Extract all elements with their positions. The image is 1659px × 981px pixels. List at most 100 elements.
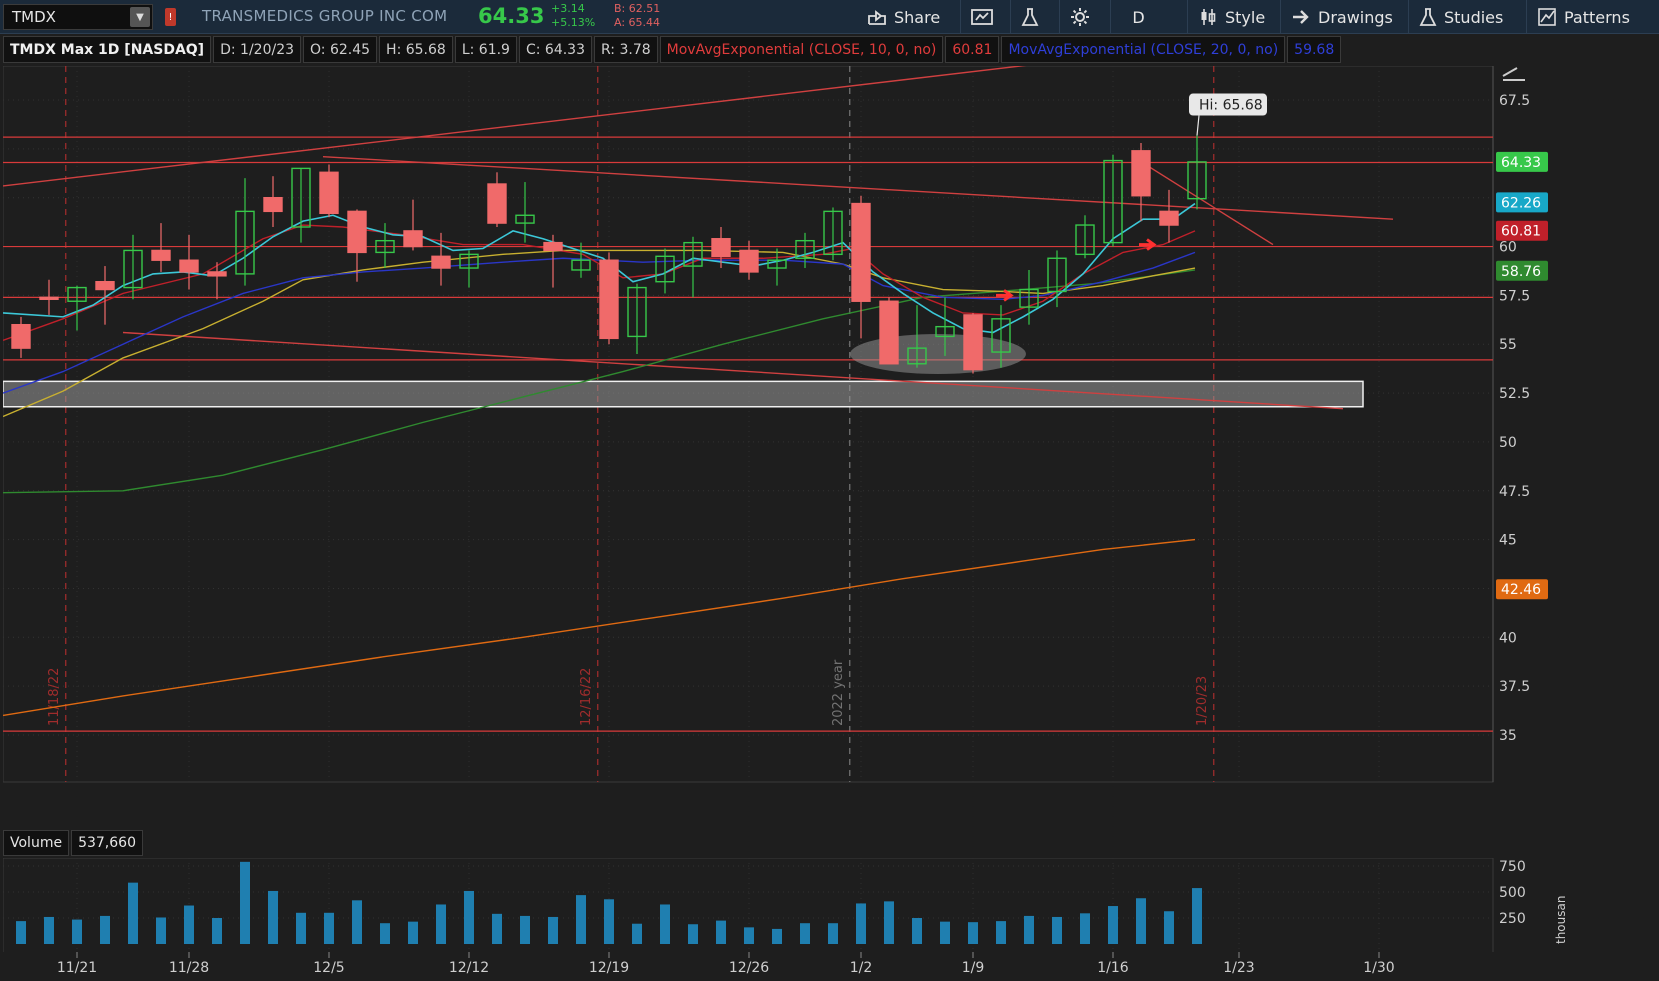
vertical-marker-label: 1/20/23 bbox=[1195, 676, 1210, 726]
volume-bar bbox=[968, 922, 978, 944]
aggregation-period-button[interactable]: D bbox=[1110, 0, 1166, 34]
candle-body bbox=[179, 259, 199, 273]
candle-body bbox=[739, 249, 759, 273]
y-tick-label: 67.5 bbox=[1499, 93, 1530, 109]
vertical-marker-label: 2022 year bbox=[831, 659, 846, 726]
candle-body bbox=[1159, 210, 1179, 226]
candle-body bbox=[263, 196, 283, 213]
volume-bar bbox=[324, 912, 334, 944]
volume-bar bbox=[576, 895, 586, 944]
thinkorswim-chart-window: TMDX ▼ ! TRANSMEDICS GROUP INC COM 64.33… bbox=[0, 0, 1659, 981]
volume-bar bbox=[940, 921, 950, 944]
net-change: +3.14 bbox=[551, 2, 585, 15]
candle-body bbox=[879, 300, 899, 365]
y-tick-label: 37.5 bbox=[1499, 679, 1530, 695]
last-price: 64.33 bbox=[478, 4, 545, 28]
candle-body bbox=[319, 171, 339, 215]
volume-bar bbox=[828, 923, 838, 944]
bid-ask: B: 62.51 A: 65.44 bbox=[614, 2, 660, 30]
share-label: Share bbox=[894, 7, 941, 27]
company-name: TRANSMEDICS GROUP INC COM bbox=[202, 7, 448, 25]
volume-label: Volume bbox=[3, 830, 70, 856]
volume-bar bbox=[632, 923, 642, 944]
volume-background bbox=[3, 858, 1572, 954]
volume-bar bbox=[296, 912, 306, 944]
date-tick-label: 1/30 bbox=[1363, 960, 1394, 976]
volume-bar bbox=[408, 921, 418, 944]
date-tick-label: 12/26 bbox=[729, 960, 769, 976]
drawings-label: Drawings bbox=[1318, 7, 1393, 27]
bar-close: C: 64.33 bbox=[518, 36, 592, 63]
date-axis: 11/21 11/28 12/5 12/12 12/19 12/26 1/2 1/9 1/16 1… bbox=[3, 952, 1572, 981]
ema20-label[interactable]: MovAvgExponential (CLOSE, 20, 0, no) bbox=[1001, 36, 1286, 63]
share-icon bbox=[868, 10, 886, 25]
volume-bar bbox=[464, 890, 474, 944]
symbol-text: TMDX bbox=[12, 8, 56, 26]
price-badge-text: 60.81 bbox=[1501, 224, 1541, 240]
style-menu-button[interactable]: Style bbox=[1187, 0, 1275, 34]
volume-tick-label: 500 bbox=[1499, 885, 1526, 901]
date-tick-label: 12/19 bbox=[589, 960, 629, 976]
candle-body bbox=[95, 281, 115, 291]
date-tick-label: 11/21 bbox=[57, 960, 97, 976]
ema10-value: 60.81 bbox=[945, 36, 1000, 63]
flexible-grid-button[interactable] bbox=[960, 0, 1003, 34]
candle-body bbox=[711, 238, 731, 258]
flask-icon bbox=[1419, 8, 1437, 26]
drawings-menu-button[interactable]: Drawings bbox=[1280, 0, 1403, 34]
bar-date: D: 1/20/23 bbox=[213, 36, 302, 63]
chevron-down-icon[interactable]: ▼ bbox=[130, 7, 150, 27]
y-tick-label: 45 bbox=[1499, 533, 1517, 549]
volume-value: 537,660 bbox=[71, 830, 143, 856]
bar-range: R: 3.78 bbox=[594, 36, 658, 63]
volume-chart[interactable]: 750 500 250 thousan bbox=[3, 858, 1572, 954]
volume-bar bbox=[240, 861, 250, 944]
patterns-menu-button[interactable]: Patterns bbox=[1526, 0, 1640, 34]
volume-bar bbox=[268, 890, 278, 944]
price-chart[interactable]: 35 37.5 40 45 47.5 50 52.5 55 57.5 60 67.5 11/18/22… bbox=[3, 66, 1572, 826]
date-tick-label: 12/12 bbox=[449, 960, 489, 976]
volume-tick-label: 250 bbox=[1499, 911, 1526, 927]
date-tick-label: 1/23 bbox=[1223, 960, 1254, 976]
candle-body bbox=[1131, 150, 1151, 197]
ema20-value: 59.68 bbox=[1287, 36, 1342, 63]
y-tick-label: 40 bbox=[1499, 630, 1517, 646]
top-toolbar: TMDX ▼ ! TRANSMEDICS GROUP INC COM 64.33… bbox=[0, 0, 1659, 34]
volume-bar bbox=[688, 924, 698, 944]
y-tick-label: 57.5 bbox=[1499, 288, 1530, 304]
volume-bar bbox=[1108, 906, 1118, 944]
volume-bar bbox=[100, 915, 110, 944]
hi-label-text: Hi: 65.68 bbox=[1199, 98, 1263, 114]
y-tick-label: 47.5 bbox=[1499, 484, 1530, 500]
candlestick-icon bbox=[1201, 9, 1216, 25]
volume-bar bbox=[548, 916, 558, 944]
bar-open: O: 62.45 bbox=[303, 36, 378, 63]
price-badge-text: 64.33 bbox=[1501, 155, 1541, 171]
price-badge-text: 42.46 bbox=[1501, 582, 1541, 598]
style-label: Style bbox=[1225, 7, 1266, 27]
candle-body bbox=[347, 210, 367, 254]
share-button[interactable]: Share bbox=[857, 0, 950, 34]
volume-bar bbox=[604, 899, 614, 944]
volume-bar bbox=[1136, 898, 1146, 944]
chart-info-bar: TMDX Max 1D [NASDAQ] D: 1/20/23 O: 62.45… bbox=[3, 36, 1343, 63]
candle-body bbox=[11, 323, 31, 349]
volume-bar bbox=[352, 900, 362, 944]
studies-menu-button[interactable]: Studies bbox=[1408, 0, 1513, 34]
date-axis-background bbox=[3, 952, 1572, 981]
alert-flag-icon[interactable]: ! bbox=[165, 8, 176, 26]
chart-background bbox=[3, 66, 1572, 826]
candle-body bbox=[963, 314, 983, 371]
chart-title: TMDX Max 1D [NASDAQ] bbox=[3, 36, 212, 63]
y-tick-label: 35 bbox=[1499, 728, 1517, 744]
settings-button[interactable] bbox=[1059, 0, 1100, 34]
symbol-input[interactable]: TMDX ▼ bbox=[3, 4, 153, 30]
patterns-label: Patterns bbox=[1564, 7, 1630, 27]
studies-lab-button[interactable] bbox=[1010, 0, 1049, 34]
volume-bar bbox=[520, 915, 530, 944]
volume-bar bbox=[492, 913, 502, 944]
grid-layout-icon bbox=[971, 9, 993, 25]
y-tick-label: 50 bbox=[1499, 435, 1517, 451]
ema10-label[interactable]: MovAvgExponential (CLOSE, 10, 0, no) bbox=[659, 36, 944, 63]
volume-bar bbox=[660, 904, 670, 944]
